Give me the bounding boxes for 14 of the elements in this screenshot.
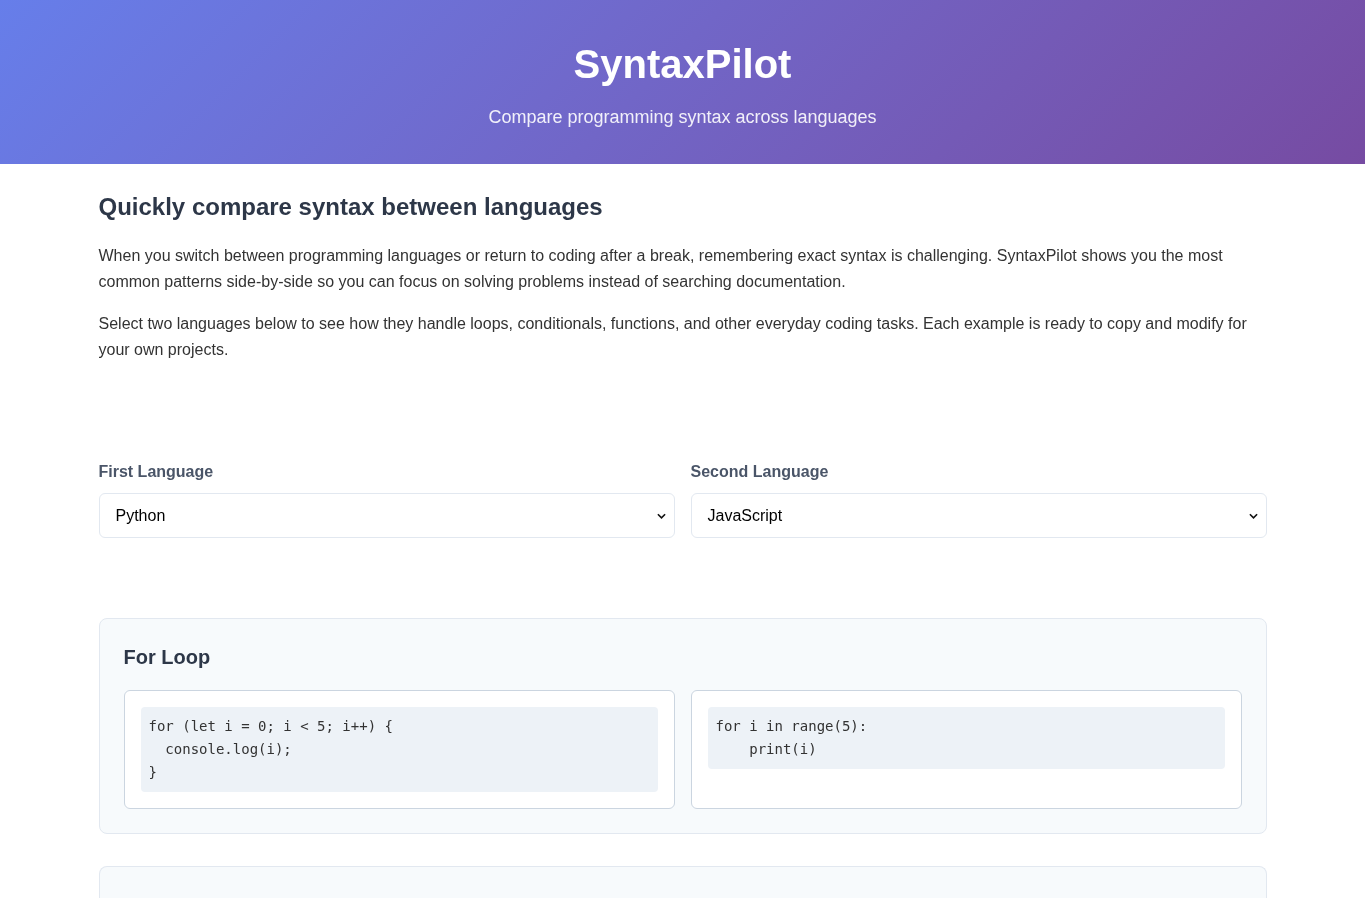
intro-paragraph: When you switch between programming languages or return to coding after a break, remembering exact syntax is challenging. SyntaxPilot shows you the most common patterns side-by-side so you can focus on solving problems instead of searching documentation. (98, 246, 1224, 292)
site-tagline: Compare programming syntax across languages (488, 106, 877, 129)
code-block: for (let i = 0; i < 5; i++) { console.log(i); } (140, 707, 658, 792)
chevron-down-icon (656, 512, 666, 519)
language-select[interactable]: Python (98, 493, 675, 538)
intro-paragraph: Select two languages below to see how they handle loops, conditionals, functions, and other everyday coding tasks. Each example is ready to copy and modify for your own projects. (98, 314, 1248, 360)
comparison-title: For Loop (123, 645, 212, 670)
chevron-down-icon (1248, 512, 1258, 519)
code-block: for i in range(5): print(i) (707, 707, 1225, 769)
intro-heading: Quickly compare syntax between languages (98, 192, 604, 222)
field-label: First Language (98, 462, 215, 482)
field-label: Second Language (690, 462, 830, 482)
language-select[interactable]: JavaScript (690, 493, 1267, 538)
site-title: SyntaxPilot (573, 41, 792, 88)
